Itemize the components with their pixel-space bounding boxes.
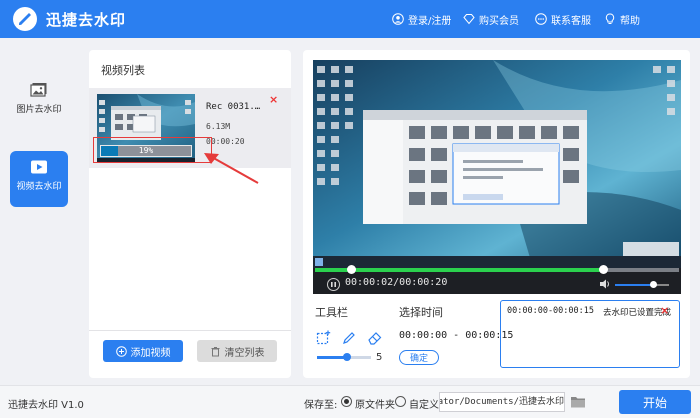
diamond-icon — [463, 14, 475, 25]
player-controls: 00:00:02/00:00:20 — [313, 274, 681, 294]
video-name: Rec 0031.… — [206, 102, 261, 112]
volume-slider[interactable] — [615, 281, 669, 288]
plus-circle-icon — [115, 345, 127, 357]
login-label: 登录/注册 — [408, 15, 452, 27]
brush-icon[interactable] — [341, 330, 357, 346]
help-link[interactable]: 帮助 — [604, 11, 640, 27]
timeline-start-handle[interactable] — [347, 265, 357, 274]
sidebar-item-video-watermark[interactable]: 视频去水印 — [10, 151, 68, 207]
setting-time-range: 00:00:00-00:00:15 — [507, 306, 594, 316]
start-button[interactable]: 开始 — [619, 390, 691, 414]
lightbulb-icon — [605, 13, 615, 24]
brush-size-handle[interactable] — [342, 353, 351, 361]
source-folder-radio[interactable] — [341, 396, 352, 407]
user-icon — [392, 13, 404, 25]
volume-fill — [615, 284, 653, 286]
pointer-arrow-icon — [204, 153, 259, 184]
contact-label: 联系客服 — [551, 15, 591, 27]
timeline-selection — [315, 268, 603, 272]
list-item: 00:00:00-00:00:15 去水印已设置完成 — [507, 306, 671, 318]
footer-bar: 迅捷去水印 V1.0 保存至: 原文件夹 自定义 C:/Users/Admini… — [0, 385, 700, 418]
select-rect-icon[interactable] — [315, 330, 331, 346]
chat-icon — [535, 13, 547, 25]
trash-icon — [211, 346, 219, 356]
brush-size-slider[interactable] — [317, 353, 371, 361]
eraser-icon[interactable] — [367, 330, 383, 346]
clear-list-button[interactable]: 清空列表 — [197, 340, 277, 362]
watermark-settings-list: 00:00:00-00:00:15 去水印已设置完成 × — [500, 300, 680, 368]
sidebar-item-image-watermark[interactable]: 图片去水印 — [10, 74, 68, 130]
remove-video-button[interactable]: × — [269, 93, 278, 106]
video-timeline[interactable] — [315, 265, 679, 274]
buy-vip-label: 购买会员 — [479, 15, 519, 27]
custom-folder-label: 自定义 — [409, 400, 439, 411]
video-size: 6.13M — [206, 122, 231, 131]
divider — [89, 330, 291, 331]
contact-link[interactable]: 联系客服 — [535, 11, 591, 27]
app-logo-icon — [13, 7, 37, 31]
sidebar-item-label: 图片去水印 — [16, 105, 62, 115]
output-path-field[interactable]: C:/Users/Administrator/Documents/迅捷去水印 — [439, 392, 565, 412]
delete-setting-button[interactable]: × — [660, 304, 669, 317]
help-label: 帮助 — [620, 15, 640, 27]
clear-list-label: 清空列表 — [224, 347, 265, 359]
sidebar-item-label: 视频去水印 — [16, 182, 62, 192]
app-title: 迅捷去水印 — [46, 11, 127, 29]
time-range-input[interactable]: 00:00:00 - 00:00:15 — [399, 330, 513, 341]
login-link[interactable]: 登录/注册 — [392, 11, 451, 27]
folder-icon[interactable] — [570, 395, 586, 409]
video-list-panel: 视频列表 19% Rec 0031.… 6.13M 00:00:20 × 添加视… — [89, 50, 291, 378]
pause-button[interactable] — [327, 278, 340, 291]
highlight-box — [93, 137, 212, 163]
video-preview[interactable] — [313, 60, 681, 268]
sidebar: 图片去水印 视频去水印 — [0, 38, 80, 385]
output-path-text: C:/Users/Administrator/Documents/迅捷去水印 — [440, 397, 564, 407]
editor-panel: 00:00:02/00:00:20 工具栏 5 选择时间 00:00:00 - … — [303, 50, 690, 378]
confirm-time-button[interactable]: 确定 — [399, 350, 439, 365]
desktop-preview-image — [313, 60, 681, 268]
time-select-title: 选择时间 — [399, 306, 443, 319]
title-bar: 迅捷去水印 登录/注册 购买会员 联系客服 帮助 — [0, 0, 700, 38]
add-video-button[interactable]: 添加视频 — [103, 340, 183, 362]
volume-handle[interactable] — [649, 281, 657, 288]
app-version: 迅捷去水印 V1.0 — [8, 400, 84, 411]
pause-icon — [331, 282, 336, 287]
timeline-end-handle[interactable] — [598, 265, 608, 274]
video-list-title: 视频列表 — [101, 64, 145, 77]
brush-size-value: 5 — [376, 352, 383, 363]
add-video-label: 添加视频 — [130, 347, 171, 359]
save-to-label: 保存至: — [304, 400, 338, 411]
video-player[interactable]: 00:00:02/00:00:20 — [313, 60, 681, 294]
volume-icon[interactable] — [599, 278, 611, 290]
playback-time: 00:00:02/00:00:20 — [345, 277, 448, 288]
image-icon — [30, 83, 47, 97]
source-folder-label: 原文件夹 — [355, 400, 395, 411]
custom-folder-radio[interactable] — [395, 396, 406, 407]
video-icon — [31, 160, 47, 174]
buy-vip-link[interactable]: 购买会员 — [463, 11, 519, 27]
toolbar-title: 工具栏 — [315, 306, 348, 319]
